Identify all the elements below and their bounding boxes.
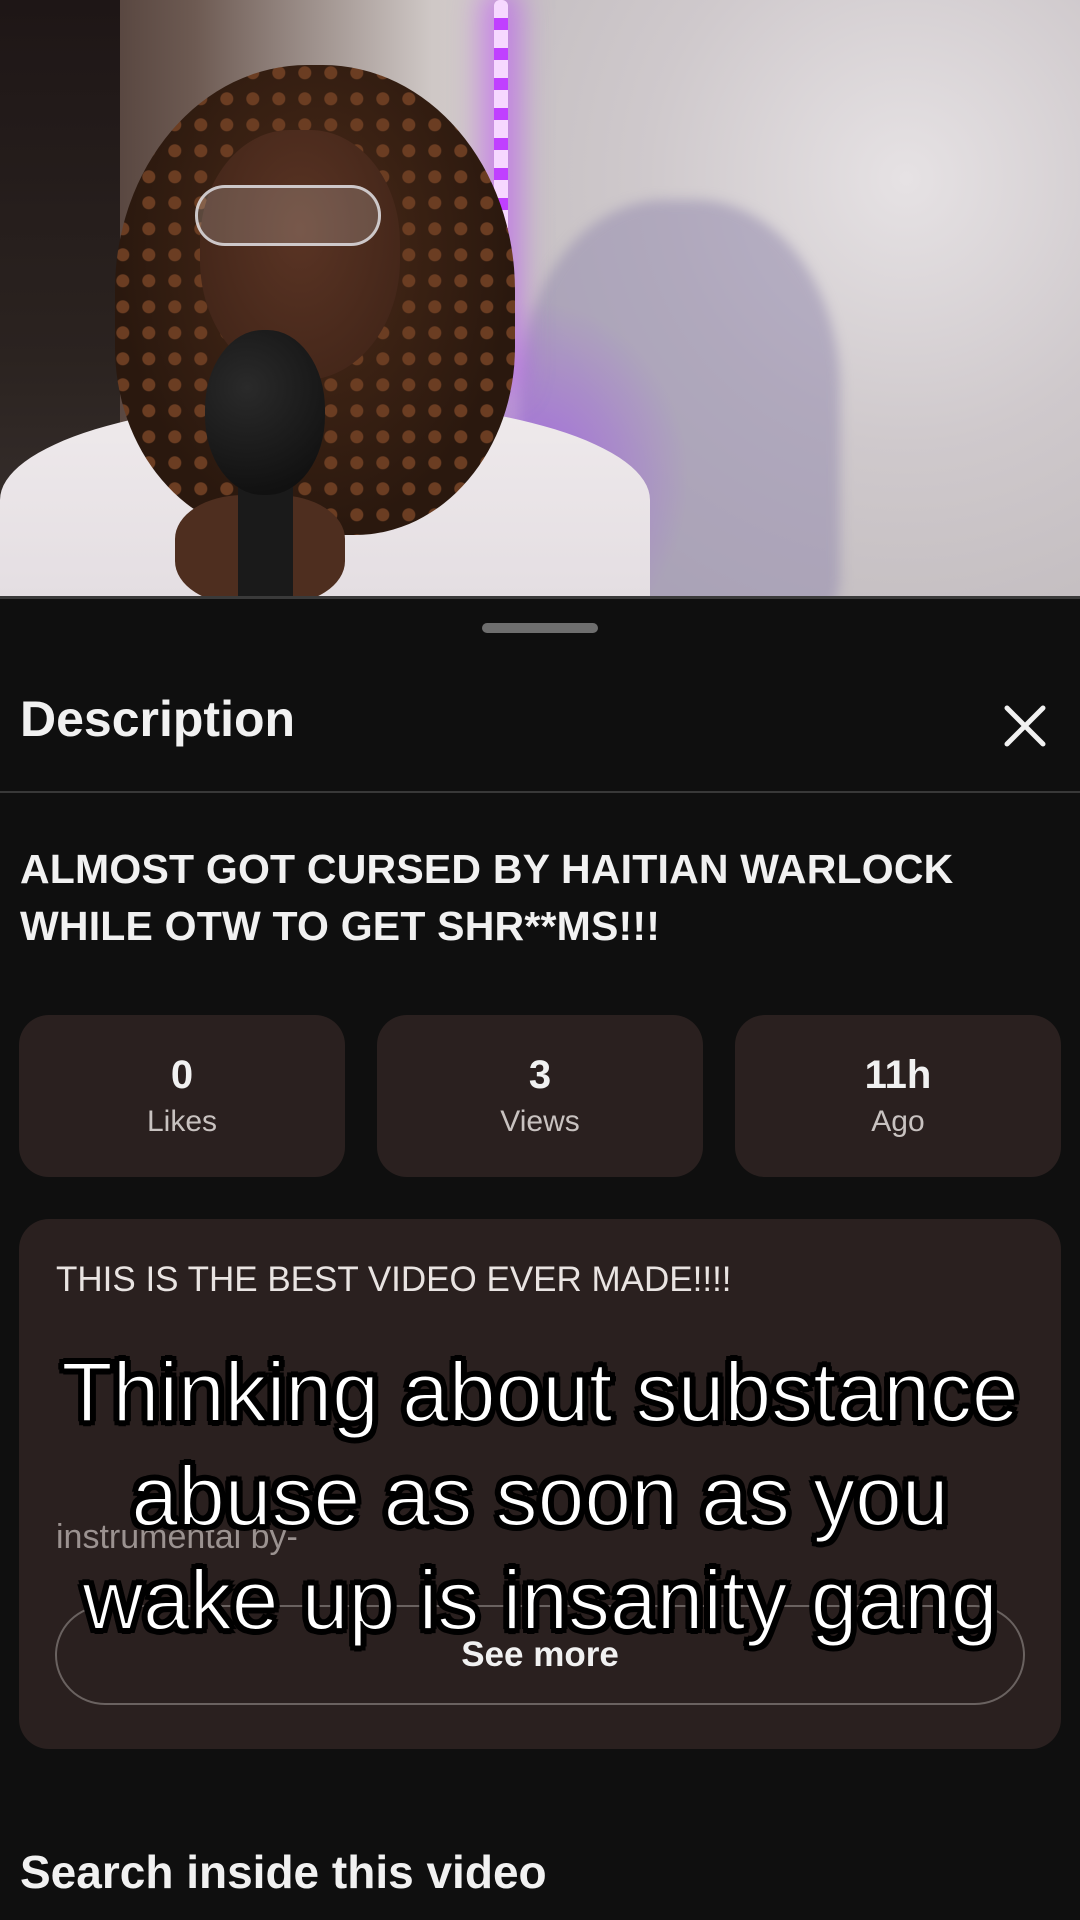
- stat-value: 11h: [864, 1053, 932, 1097]
- stats-row: 0 Likes 3 Views 11h Ago: [19, 1015, 1061, 1177]
- stat-views: 3 Views: [377, 1015, 703, 1177]
- glasses: [195, 185, 381, 246]
- microphone: [205, 330, 325, 495]
- description-card: THIS IS THE BEST VIDEO EVER MADE!!!! ins…: [19, 1219, 1061, 1749]
- description-credit: instrumental by-: [56, 1518, 298, 1556]
- stat-label: Views: [500, 1105, 580, 1138]
- sheet-title: Description: [20, 691, 296, 747]
- see-more-button[interactable]: See more: [55, 1605, 1025, 1705]
- stat-label: Ago: [871, 1105, 925, 1138]
- header-divider: [0, 791, 1080, 793]
- stat-likes: 0 Likes: [19, 1015, 345, 1177]
- stat-value: 3: [528, 1053, 552, 1097]
- stat-label: Likes: [146, 1105, 218, 1138]
- stat-value: 0: [170, 1053, 194, 1097]
- close-icon: [1004, 705, 1046, 747]
- video-frame[interactable]: [0, 0, 1080, 596]
- sheet-drag-handle[interactable]: [482, 623, 598, 633]
- description-text: THIS IS THE BEST VIDEO EVER MADE!!!!: [56, 1260, 732, 1299]
- description-sheet: Description ALMOST GOT CURSED BY HAITIAN…: [0, 599, 1080, 1920]
- search-inside-video-heading: Search inside this video: [20, 1846, 547, 1898]
- video-title: ALMOST GOT CURSED BY HAITIAN WARLOCK WHI…: [20, 846, 954, 949]
- close-button[interactable]: [995, 696, 1055, 756]
- stat-age: 11h Ago: [735, 1015, 1061, 1177]
